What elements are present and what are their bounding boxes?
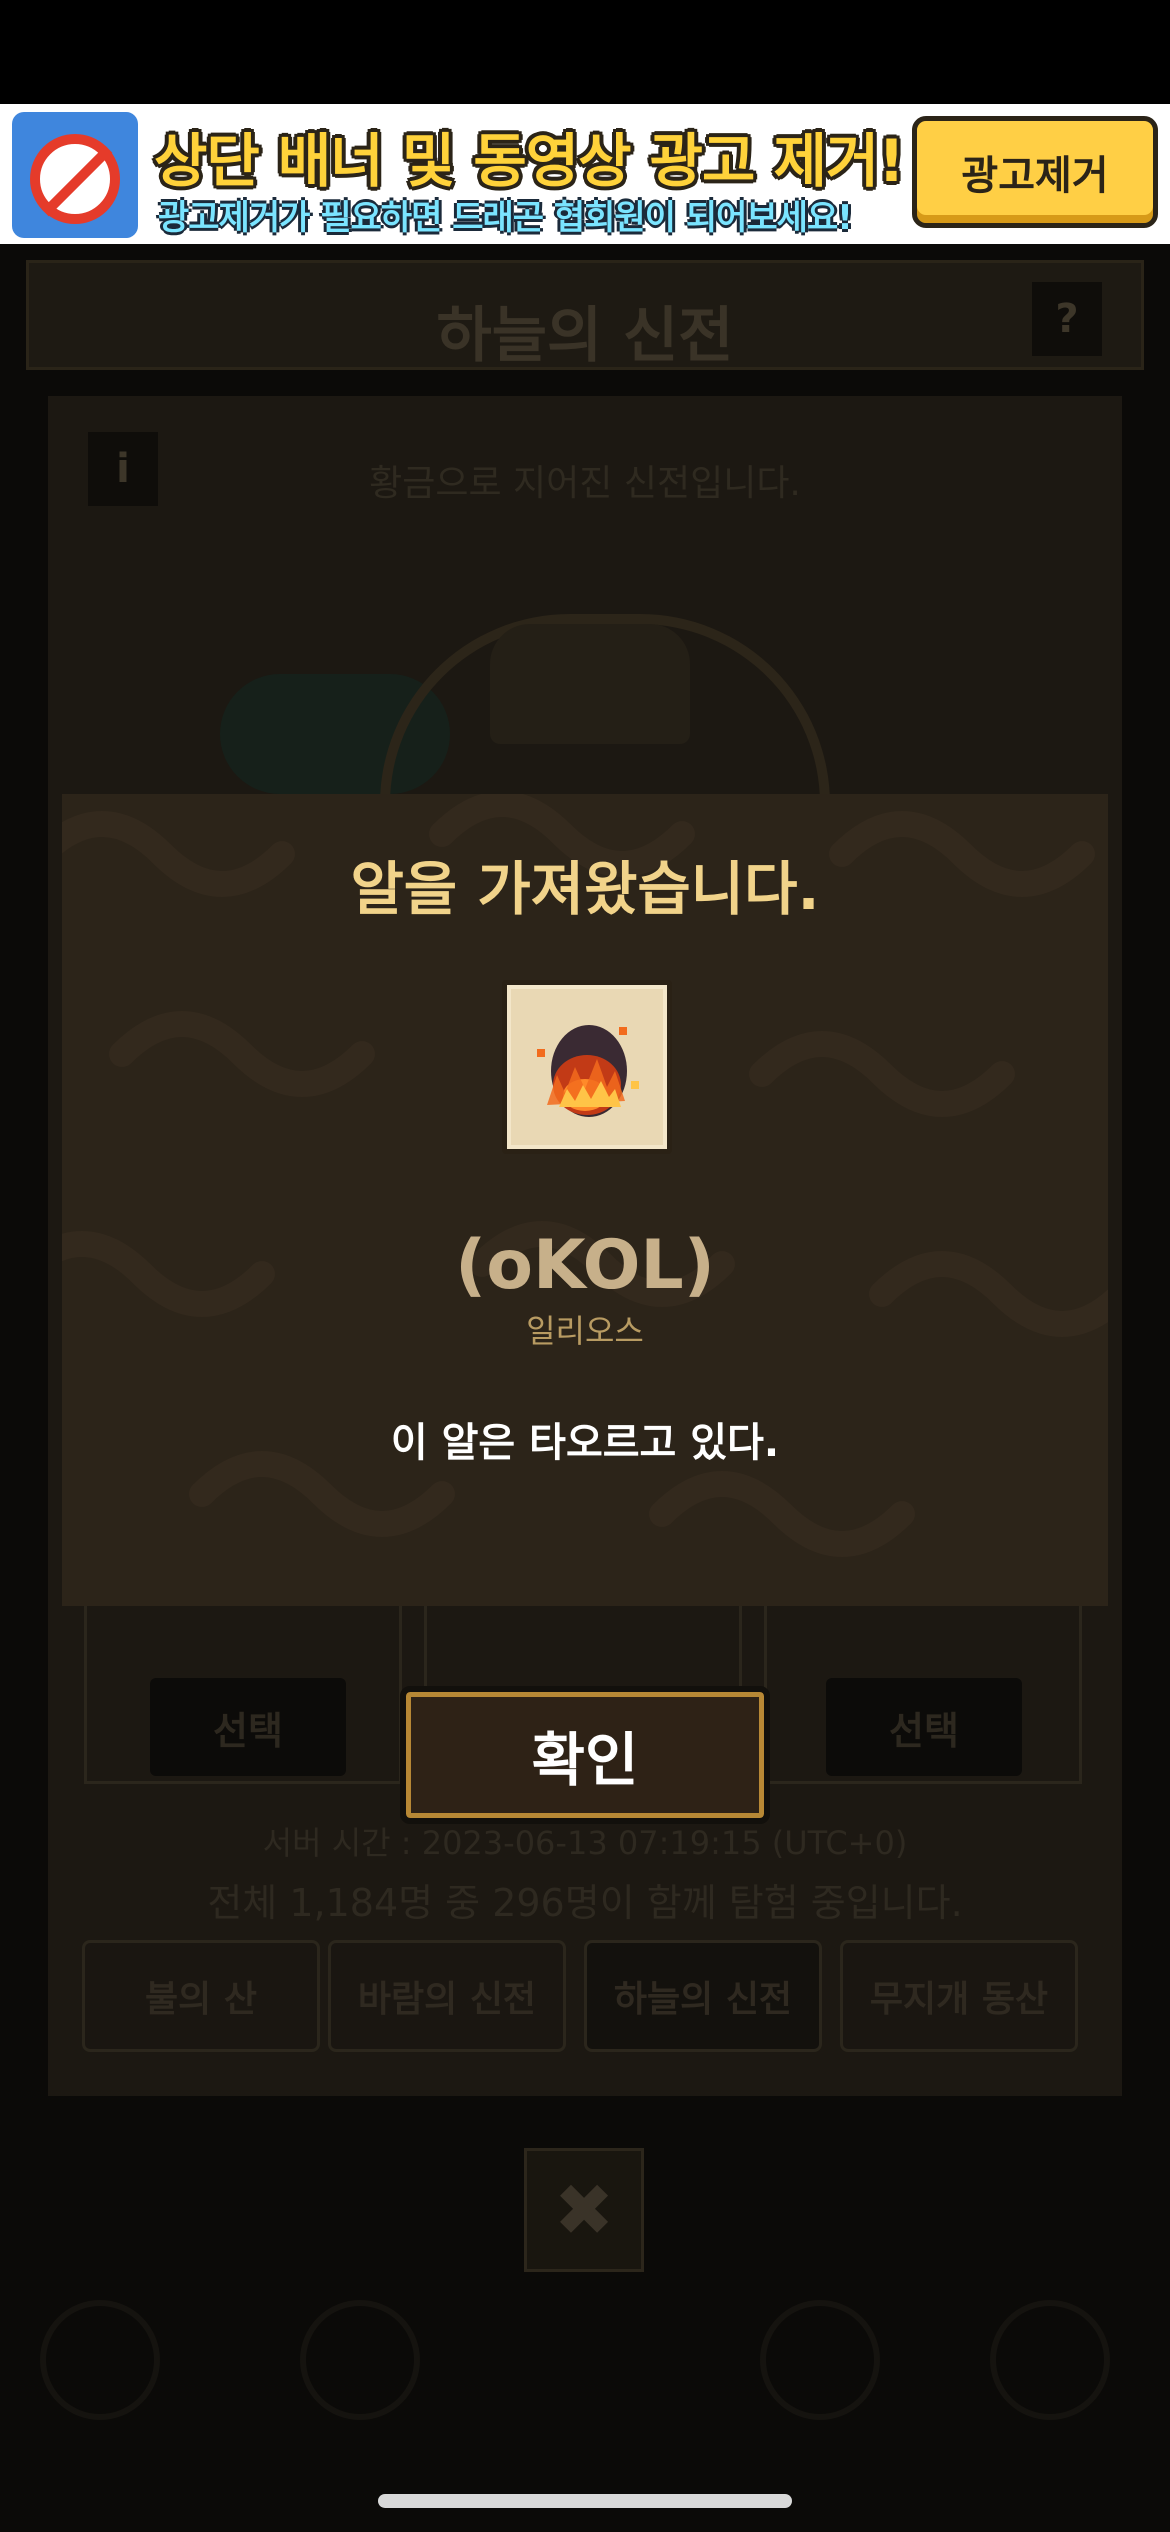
egg-name: 일리오스 — [526, 1312, 644, 1350]
tab-rainbow-hill[interactable]: 무지개 동산 — [840, 1940, 1078, 2052]
bottom-nav-icon — [300, 2300, 420, 2420]
bottom-nav-icon — [40, 2300, 160, 2420]
egg-acquired-dialog: 알을 가져왔습니다. (oKOL) 일리오스 이 알은 타오르고 있다. — [62, 794, 1108, 1606]
select-button-left[interactable]: 선택 — [150, 1678, 346, 1776]
location-tabs: 불의 산 바람의 신전 하늘의 신전 무지개 동산 — [82, 1940, 1082, 2056]
panel-header: 하늘의 신전 — [26, 260, 1144, 371]
status-bar — [0, 0, 1170, 104]
egg-code: (oKOL) — [455, 1226, 715, 1305]
temple-description: 황금으로 지어진 신전입니다. — [369, 463, 801, 504]
close-button[interactable]: ✖ — [524, 2148, 644, 2272]
temple-idol-decoration — [490, 624, 690, 744]
ad-subtitle: 광고제거가 필요하면 드래곤 협회원이 되어보세요! — [158, 198, 853, 238]
bottom-nav-icon — [760, 2300, 880, 2420]
tab-sky-temple[interactable]: 하늘의 신전 — [584, 1940, 822, 2052]
fire-egg-icon — [502, 980, 672, 1154]
egg-description: 이 알은 타오르고 있다. — [390, 1420, 780, 1466]
ad-title: 상단 배너 및 동영상 광고 제거! — [154, 127, 905, 195]
ad-banner[interactable]: 상단 배너 및 동영상 광고 제거! 광고제거가 필요하면 드래곤 협회원이 되… — [0, 104, 1170, 244]
server-time: 서버 시간 : 2023-06-13 07:19:15 (UTC+0) — [262, 1824, 908, 1862]
select-button-right[interactable]: 선택 — [826, 1678, 1022, 1776]
panel-title: 하늘의 신전 — [436, 301, 734, 371]
participant-count: 전체 1,184명 중 296명이 함께 탐험 중입니다. — [207, 1881, 963, 1925]
no-ads-icon — [12, 112, 138, 238]
home-indicator[interactable] — [378, 2494, 792, 2508]
tab-fire-mountain[interactable]: 불의 산 — [82, 1940, 320, 2052]
remove-ads-button[interactable]: 광고제거 — [912, 116, 1158, 228]
confirm-button[interactable]: 확인 — [400, 1686, 770, 1824]
tab-wind-temple[interactable]: 바람의 신전 — [328, 1940, 566, 2052]
dialog-title: 알을 가져왔습니다. — [350, 855, 820, 923]
bottom-nav-icon — [990, 2300, 1110, 2420]
help-button[interactable]: ? — [1032, 282, 1102, 356]
